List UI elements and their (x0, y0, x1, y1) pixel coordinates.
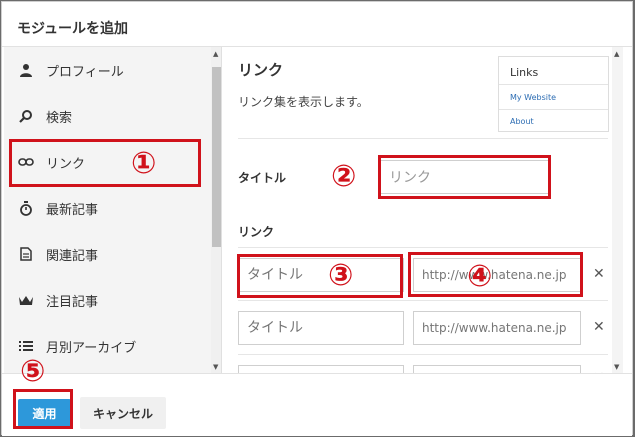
module-preview: Links My Website About (498, 56, 609, 132)
annotation-number-2: ② (331, 159, 357, 194)
annotation-number-5: ⑤ (20, 354, 46, 389)
scroll-up-icon[interactable]: ▲ (614, 50, 619, 58)
annotation-box-4 (408, 252, 583, 297)
annotation-number-4: ④ (467, 259, 493, 294)
sidebar-item-label: 関連記事 (46, 248, 99, 264)
sidebar-scroll-thumb[interactable] (212, 67, 221, 247)
dialog-footer: 適用 キャンセル (2, 373, 632, 436)
sidebar-item-label: 月別アーカイブ (46, 340, 137, 356)
add-module-dialog: モジュールを追加 プロフィール 検索 リンク 最新記事 関連記事 注目記事 月別… (1, 1, 633, 436)
preview-link: About (510, 117, 534, 126)
link-title-input[interactable] (238, 311, 404, 345)
link-url-input[interactable] (413, 311, 581, 345)
sidebar-item-search[interactable]: 検索 (4, 93, 209, 139)
annotation-box-5 (13, 389, 73, 429)
module-settings-panel: リンク リンク集を表示します。 Links My Website About タ… (224, 47, 624, 373)
sidebar-item-label: 検索 (46, 110, 73, 126)
preview-divider (499, 84, 608, 85)
scroll-down-icon[interactable]: ▼ (213, 363, 218, 371)
divider (238, 138, 608, 139)
module-sidebar: プロフィール 検索 リンク 最新記事 関連記事 注目記事 月別アーカイブ ▲ ▼ (4, 47, 222, 373)
scroll-down-icon[interactable]: ▼ (614, 363, 619, 371)
links-section-label: リンク (238, 225, 275, 239)
sidebar-item-label: プロフィール (46, 64, 124, 80)
title-field-label: タイトル (238, 171, 287, 185)
link-title-input[interactable] (238, 365, 404, 373)
cancel-button[interactable]: キャンセル (80, 397, 166, 429)
sidebar-item-label: 注目記事 (46, 294, 99, 310)
remove-row-icon[interactable]: ✕ (593, 266, 605, 282)
annotation-box-3 (237, 254, 403, 298)
module-description: リンク集を表示します。 (238, 95, 369, 109)
sidebar-item-recent-posts[interactable]: 最新記事 (4, 185, 209, 231)
annotation-box-1 (9, 139, 201, 187)
divider (238, 300, 608, 301)
main-scrollbar[interactable]: ▲ ▼ (612, 47, 623, 373)
search-icon (18, 108, 34, 124)
annotation-number-3: ③ (328, 258, 354, 293)
dialog-title: モジュールを追加 (2, 2, 632, 47)
crown-icon (18, 292, 34, 308)
module-name: リンク (238, 61, 284, 79)
user-icon (18, 62, 34, 78)
sidebar-item-label: 最新記事 (46, 202, 99, 218)
document-icon (18, 246, 34, 262)
scroll-up-icon[interactable]: ▲ (213, 50, 218, 58)
remove-row-icon[interactable]: ✕ (593, 319, 605, 335)
sidebar-item-related-posts[interactable]: 関連記事 (4, 231, 209, 277)
list-icon (18, 338, 34, 354)
annotation-number-1: ① (131, 146, 157, 181)
annotation-box-2 (378, 155, 551, 199)
clock-icon (18, 200, 34, 216)
divider (238, 247, 608, 248)
preview-divider (499, 109, 608, 110)
sidebar-scrollbar[interactable]: ▲ ▼ (211, 47, 221, 373)
preview-link: My Website (510, 93, 557, 102)
divider (238, 354, 608, 355)
link-url-input[interactable] (413, 365, 581, 373)
preview-title: Links (510, 66, 539, 79)
sidebar-item-featured-posts[interactable]: 注目記事 (4, 277, 209, 323)
sidebar-item-profile[interactable]: プロフィール (4, 47, 209, 93)
